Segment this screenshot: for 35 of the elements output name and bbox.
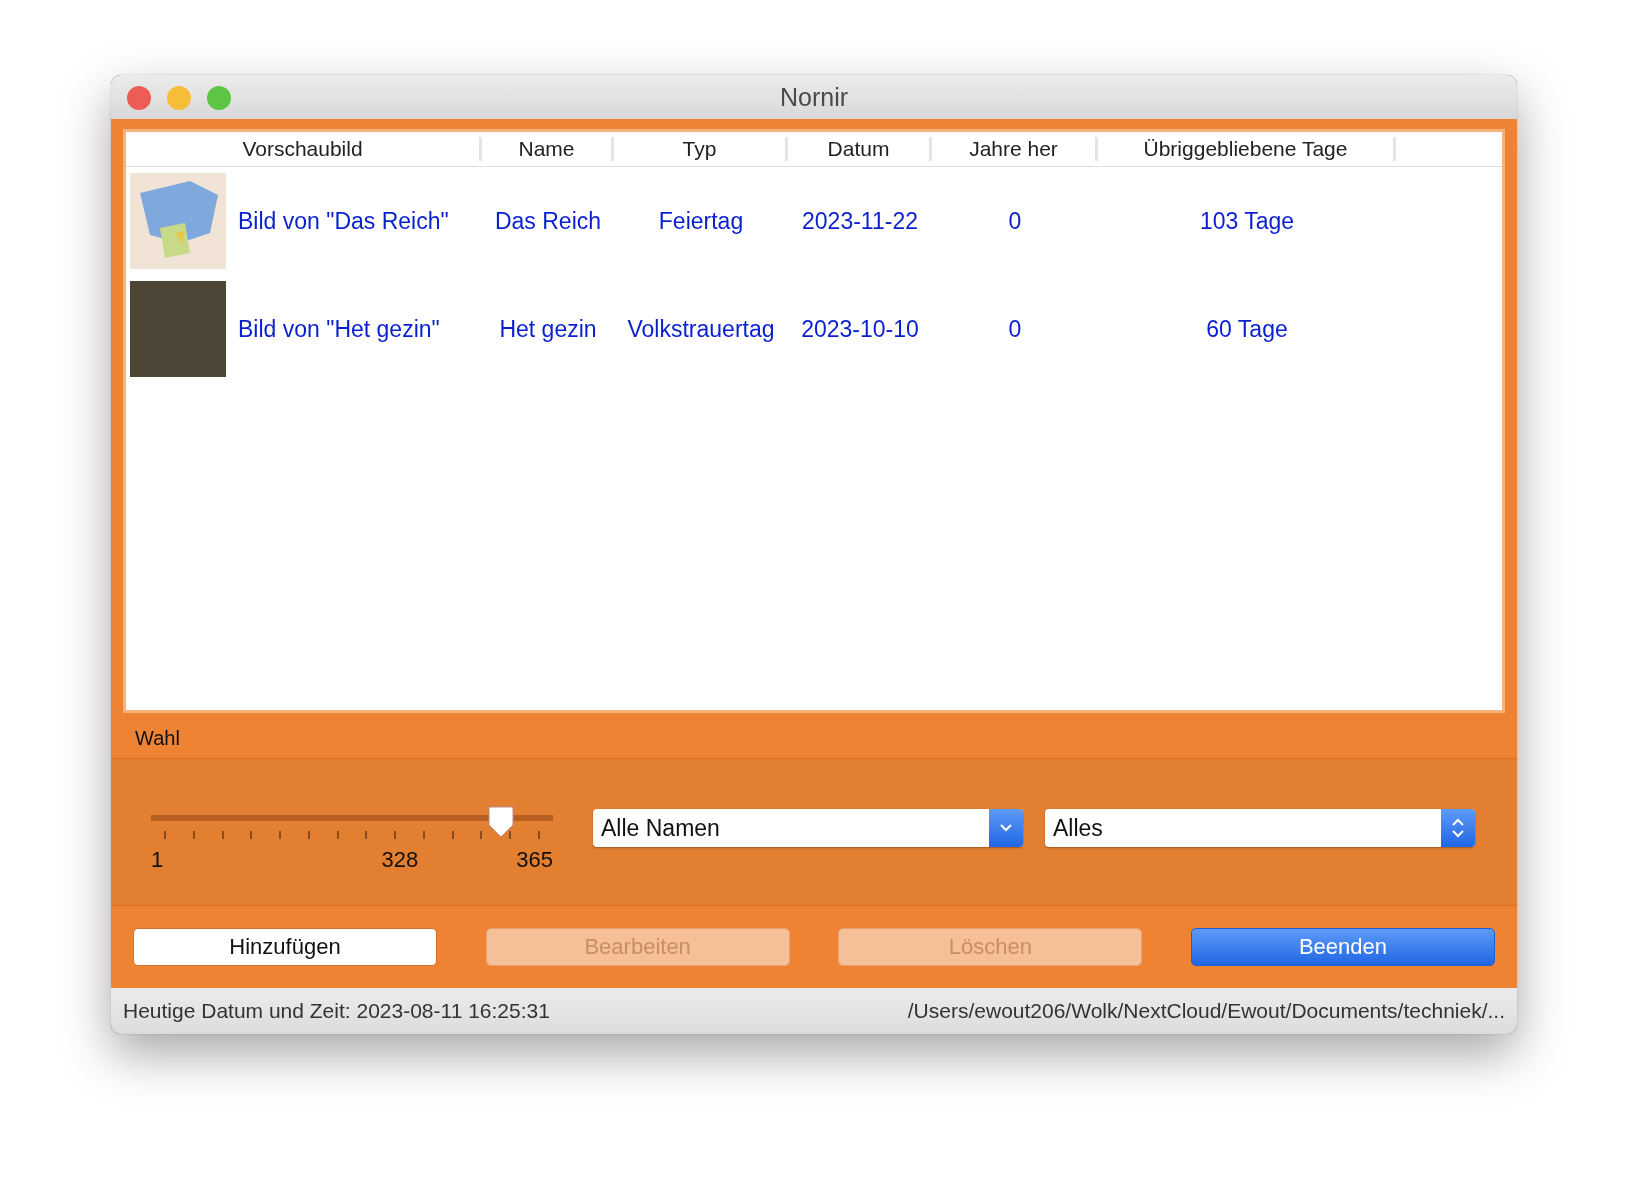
column-header[interactable]: Typ bbox=[614, 137, 788, 161]
tick-label: 328 bbox=[381, 847, 419, 873]
table-cell: Das Reich bbox=[494, 207, 602, 235]
close-icon[interactable] bbox=[127, 86, 151, 110]
zoom-icon[interactable] bbox=[207, 86, 231, 110]
tick-label: 365 bbox=[516, 847, 553, 873]
tick-label: 1 bbox=[151, 847, 164, 873]
minimize-icon[interactable] bbox=[167, 86, 191, 110]
column-header[interactable]: Name bbox=[482, 137, 614, 161]
table-cell: 2023-10-10 bbox=[801, 315, 919, 343]
name-dropdown[interactable]: Alle Namen bbox=[593, 809, 1023, 847]
type-dropdown[interactable]: Alles bbox=[1045, 809, 1475, 847]
group-label: Wahl bbox=[134, 726, 181, 751]
up-down-chevron-icon bbox=[1441, 809, 1475, 847]
table-cell: Het gezin bbox=[499, 315, 597, 343]
window-title: Nornir bbox=[779, 82, 849, 112]
table-cell: 2023-11-22 bbox=[802, 207, 918, 235]
action-button[interactable]: Beenden bbox=[1190, 928, 1495, 966]
table-cell: 0 bbox=[1008, 207, 1022, 235]
table-cell: 60 Tage bbox=[1206, 315, 1288, 343]
table-cell: Bild von "Het gezin" bbox=[238, 315, 440, 343]
chevron-down-icon bbox=[989, 809, 1023, 847]
column-header[interactable]: Übriggebliebene Tage bbox=[1098, 137, 1396, 161]
slider-thumb[interactable] bbox=[485, 805, 516, 839]
table-cell: 103 Tage bbox=[1199, 207, 1295, 235]
action-button[interactable]: Hinzufügen bbox=[133, 928, 437, 966]
table-cell: Feiertag bbox=[658, 207, 744, 235]
table-cell: 0 bbox=[1008, 315, 1022, 343]
column-header[interactable]: Datum bbox=[788, 137, 932, 161]
status-text: Heutige Datum und Zeit: 2023-08-11 16:25:31 bbox=[123, 999, 550, 1023]
column-header[interactable]: Jahre her bbox=[932, 137, 1098, 161]
table-cell: Bild von "Das Reich" bbox=[238, 207, 449, 235]
column-header[interactable]: Vorschaubild bbox=[126, 137, 482, 161]
table-cell: Volkstrauertag bbox=[627, 315, 775, 343]
file-path: /Users/ewout206/Wolk/NextCloud/Ewout/Documents/techniek/... bbox=[907, 999, 1505, 1023]
